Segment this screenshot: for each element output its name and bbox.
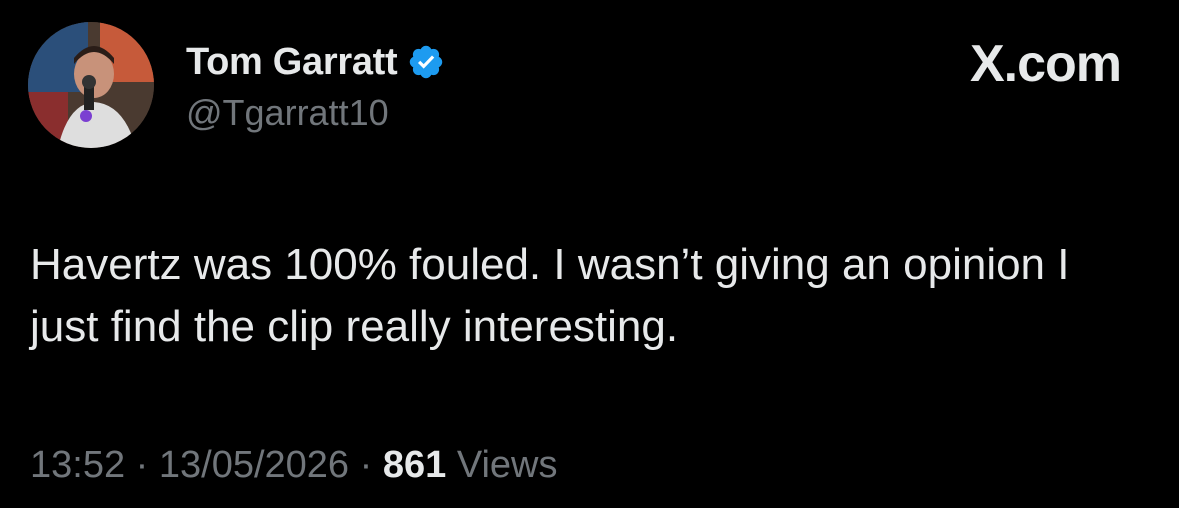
tweet-time[interactable]: 13:52	[30, 444, 125, 486]
views-label: Views	[456, 444, 558, 486]
tweet-date[interactable]: 13/05/2026	[159, 444, 349, 486]
verified-badge-icon	[410, 45, 443, 79]
meta-separator: ·	[135, 444, 149, 486]
author-handle[interactable]: @Tgarratt10	[186, 92, 389, 134]
x-logo-brand: X.com	[969, 35, 1122, 93]
author-display-name[interactable]: Tom Garratt	[186, 41, 398, 84]
meta-separator: ·	[359, 444, 373, 486]
views-count: 861	[382, 444, 447, 486]
tweet-meta: 13:52 · 13/05/2026 · 861 Views	[30, 444, 558, 487]
author-name-row: Tom Garratt	[186, 36, 445, 88]
tweet-text: Havertz was 100% fouled. I wasn’t giving…	[30, 240, 1070, 351]
author-avatar[interactable]	[28, 22, 154, 148]
